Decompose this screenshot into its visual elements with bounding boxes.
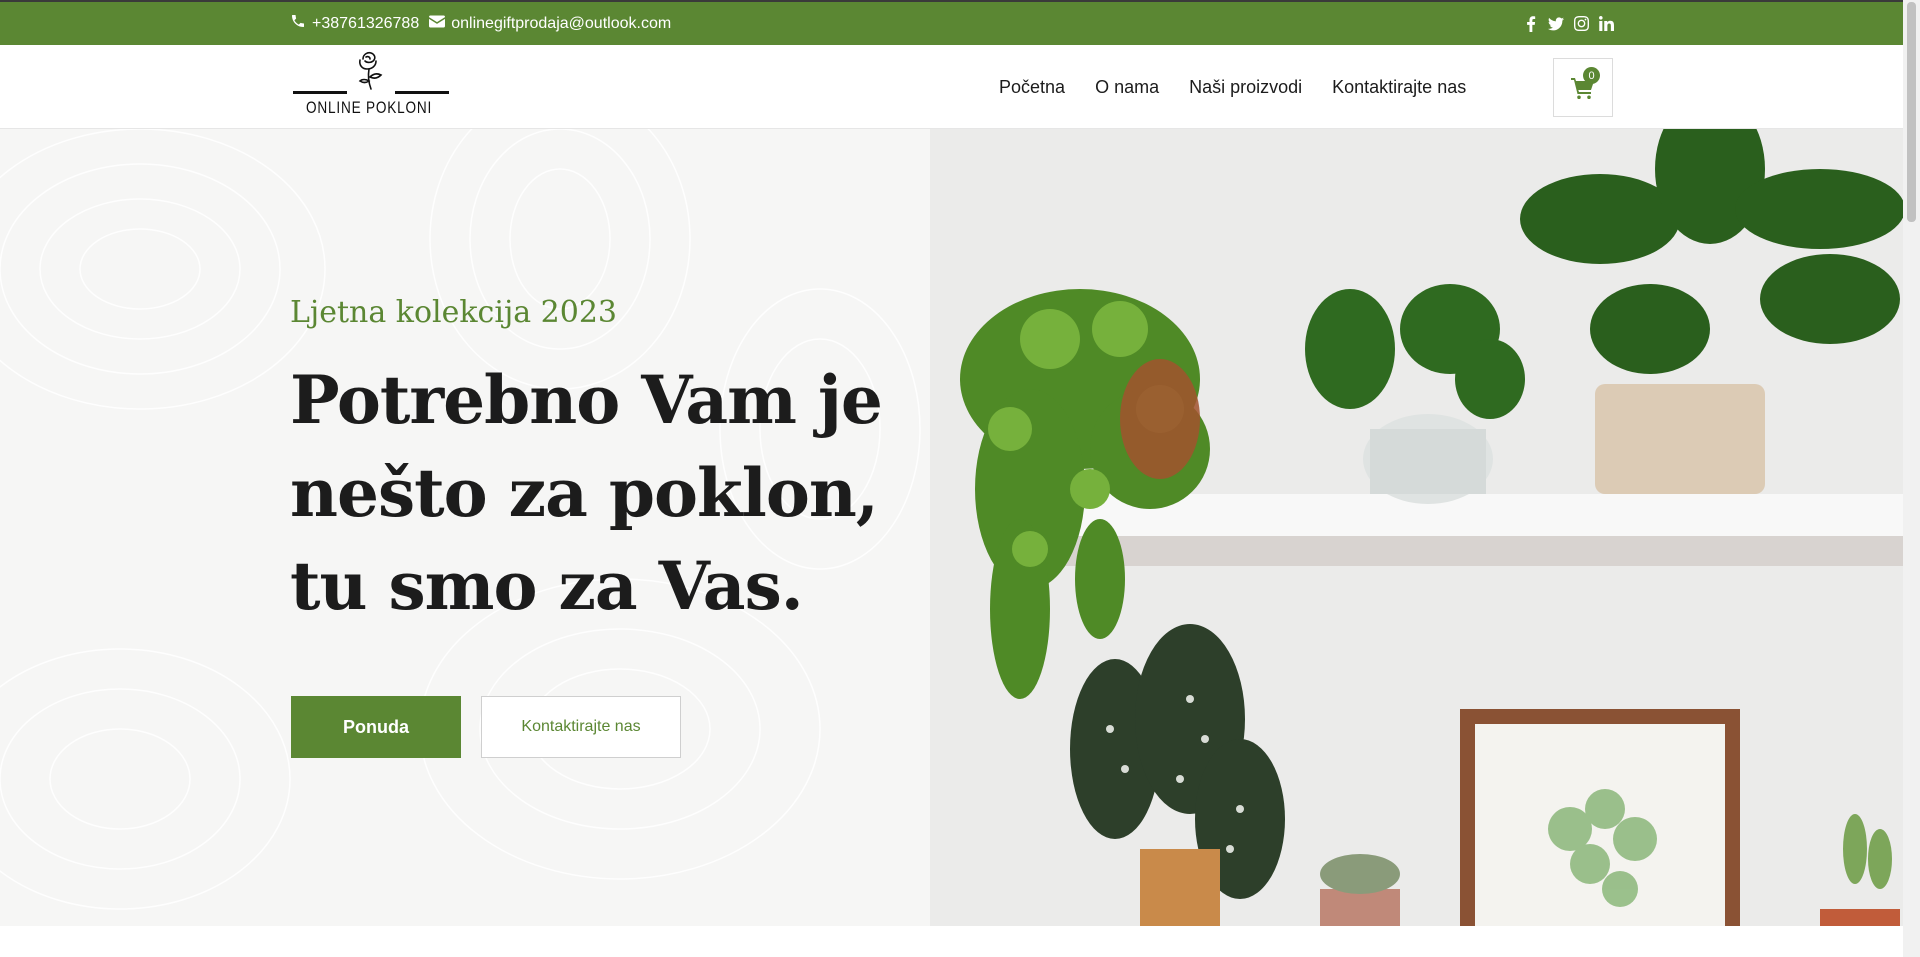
plants-illustration	[930, 129, 1903, 926]
instagram-icon[interactable]	[1573, 16, 1589, 31]
phone-contact[interactable]: +38761326788	[290, 13, 419, 34]
phone-number: +38761326788	[312, 14, 420, 32]
envelope-icon	[429, 15, 446, 33]
nav-item-kontaktirajte-nas[interactable]: Kontaktirajte nas	[1332, 77, 1466, 98]
nav-item-nasi-proizvodi[interactable]: Naši proizvodi	[1189, 77, 1302, 98]
page-bottom-strip	[0, 926, 1903, 957]
social-links	[1523, 15, 1614, 32]
cart-button[interactable]: 0	[1553, 58, 1613, 117]
cart-count-badge: 0	[1583, 67, 1600, 84]
site-header: ONLINE POKLONI Početna O nama Naši proiz…	[0, 45, 1903, 129]
phone-icon	[290, 13, 306, 34]
hero-subtitle: Ljetna kolekcija 2023	[290, 295, 618, 330]
main-nav: Početna O nama Naši proizvodi Kontaktira…	[999, 45, 1466, 129]
logo-rules	[293, 91, 449, 94]
plants-on-shelves-image	[930, 129, 1903, 926]
nav-item-o-nama[interactable]: O nama	[1095, 77, 1159, 98]
site-logo[interactable]: ONLINE POKLONI	[293, 51, 449, 121]
logo-text: ONLINE POKLONI	[306, 98, 433, 117]
rose-logo-icon	[358, 51, 383, 90]
contact-info: +38761326788 onlinegiftprodaja@outlook.c…	[290, 13, 671, 34]
scrollbar-thumb[interactable]	[1907, 2, 1916, 222]
email-contact[interactable]: onlinegiftprodaja@outlook.com	[429, 15, 671, 33]
page-scrollbar[interactable]	[1903, 0, 1920, 957]
facebook-icon[interactable]	[1523, 15, 1539, 32]
top-contact-bar: +38761326788 onlinegiftprodaja@outlook.c…	[0, 0, 1903, 45]
email-address: onlinegiftprodaja@outlook.com	[451, 14, 672, 32]
offer-button[interactable]: Ponuda	[291, 696, 461, 758]
nav-item-pocetna[interactable]: Početna	[999, 77, 1065, 98]
hero-headline: Potrebno Vam je nešto za poklon, tu smo …	[290, 361, 883, 625]
twitter-icon[interactable]	[1548, 16, 1564, 31]
linkedin-icon[interactable]	[1598, 16, 1614, 31]
hero-section: Ljetna kolekcija 2023 Potrebno Vam je ne…	[0, 129, 1903, 926]
contact-us-button[interactable]: Kontaktirajte nas	[481, 696, 681, 758]
